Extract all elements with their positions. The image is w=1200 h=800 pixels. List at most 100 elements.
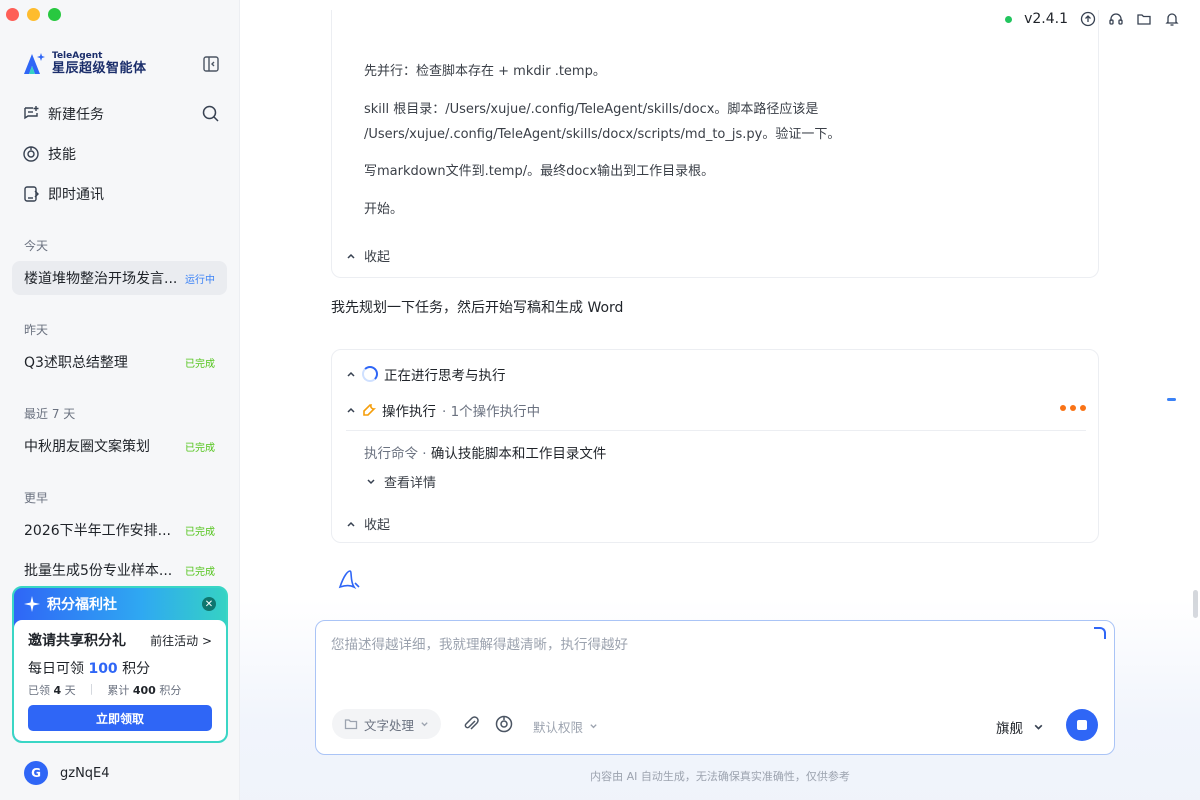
execution-card: 正在进行思考与执行 操作执行 · 1个操作执行中 执行命令 · 确认技能脚本和工… [331,349,1099,543]
window-controls [6,8,61,21]
chevron-up-icon [347,521,355,527]
stats-divider: | [89,682,94,695]
thinking-line: /Users/xujue/.config/TeleAgent/skills/do… [364,127,841,142]
command-row: 执行命令 · 确认技能脚本和工作目录文件 [364,442,606,462]
points-card: 积分福利社 ✕ 邀请共享积分礼 前往活动 > 每日可领 100 积分 已领 4 … [12,586,228,743]
collapse-execution-button[interactable]: 收起 [346,514,390,533]
stop-button[interactable] [1066,709,1098,741]
chevron-up-icon [347,407,355,413]
task-title: Q3述职总结整理 [24,355,128,371]
status-badge: 已完成 [185,566,215,578]
task-title: 中秋朋友圈文案策划 [24,439,150,455]
operation-row[interactable]: 操作执行 · 1个操作执行中 [346,400,540,420]
close-window-button[interactable] [6,8,19,21]
command-label: 执行命令 · [364,446,427,462]
nav-skills-label: 技能 [48,147,76,163]
points-daily: 每日可领 100 积分 [28,658,212,678]
task-title: 批量生成5份专业样本... [24,563,173,579]
claimed-suffix: 天 [64,684,76,697]
points-daily-prefix: 每日可领 [28,661,84,677]
brand: TeleAgent 星辰超级智能体 [18,50,147,78]
avatar: G [24,761,48,785]
im-icon [24,186,39,202]
loading-spinner-icon [362,366,378,382]
model-selector[interactable]: 旗舰 [996,717,1044,737]
thinking-card: 先并行：检查脚本存在 + mkdir .temp。 skill 根目录：/Use… [331,10,1099,278]
maximize-window-button[interactable] [48,8,61,21]
task-item[interactable]: 楼道堆物整治开场发言... 运行中 [12,261,227,295]
skill-toggle-icon[interactable] [494,714,514,734]
attachment-icon[interactable] [461,714,481,734]
points-header: 积分福利社 [47,597,117,613]
chevron-down-icon [367,478,375,484]
user-name: gzNqE4 [60,765,110,781]
claimed-prefix: 已领 [28,684,50,697]
nav-skills[interactable]: 技能 [22,144,76,164]
chevron-up-icon [347,253,355,259]
wrench-icon [363,404,376,416]
command-text: 确认技能脚本和工作目录文件 [430,446,607,462]
mode-selector[interactable]: 文字处理 [332,709,442,739]
task-title: 楼道堆物整治开场发言... [24,271,178,287]
model-label: 旗舰 [996,721,1023,737]
more-options-icon[interactable] [1060,405,1086,411]
points-stats: 已领 4 天 | 累计 400 积分 [28,682,212,698]
thinking-status-row[interactable]: 正在进行思考与执行 [346,364,506,384]
thinking-status-label: 正在进行思考与执行 [384,368,506,384]
points-close-icon[interactable]: ✕ [202,597,216,611]
nav-im[interactable]: 即时通讯 [22,184,104,204]
new-task-icon [24,106,39,120]
total-value: 400 [132,684,156,697]
thinking-line: skill 根目录：/Users/xujue/.config/TeleAgent… [364,102,819,117]
scroll-position-marker [1167,398,1176,401]
folder-icon [344,719,358,730]
chevron-down-icon [590,724,597,729]
chevron-down-icon [1034,724,1043,730]
permission-label: 默认权限 [533,720,584,735]
task-title: 2026下半年工作安排... [24,523,171,539]
points-daily-value: 100 [88,661,118,677]
status-badge: 已完成 [185,358,215,370]
search-icon[interactable] [201,104,220,123]
assistant-message: 我先规划一下任务，然后开始写稿和生成 Word [331,300,624,316]
nav-im-label: 即时通讯 [48,187,104,203]
user-profile[interactable]: G gzNqE4 [24,761,110,785]
thinking-line: 先并行：检查脚本存在 + mkdir .temp。 [364,64,606,79]
status-badge: 已完成 [185,442,215,454]
sparkle-icon [24,596,40,612]
permission-selector[interactable]: 默认权限 [533,717,598,736]
sidebar-collapse-icon[interactable] [202,55,220,73]
collapse-thinking-button[interactable]: 收起 [346,246,390,265]
section-title: 最近 7 天 [24,407,76,421]
nav-new-task[interactable]: 新建任务 [22,104,104,124]
task-item[interactable]: 2026下半年工作安排... 已完成 [12,513,227,547]
task-item[interactable]: 中秋朋友圈文案策划 已完成 [12,429,227,463]
mode-label: 文字处理 [364,717,415,733]
view-details-button[interactable]: 查看详情 [366,472,436,491]
message-input[interactable] [331,633,1091,693]
task-item[interactable]: 批量生成5份专业样本... 已完成 [12,553,227,587]
chevron-up-icon [347,371,355,377]
message-composer: 文字处理 默认权限 旗舰 [315,620,1115,755]
claim-button[interactable]: 立即领取 [28,705,212,731]
stop-icon [1077,720,1087,730]
agent-avatar-icon [338,570,360,590]
minimize-window-button[interactable] [27,8,40,21]
expand-composer-icon[interactable] [1094,627,1106,639]
section-title: 今天 [24,239,49,253]
points-daily-suffix: 积分 [122,661,151,677]
status-badge: 运行中 [185,274,215,286]
task-item[interactable]: Q3述职总结整理 已完成 [12,345,227,379]
main-panel: 先并行：检查脚本存在 + mkdir .temp。 skill 根目录：/Use… [240,0,1200,800]
chevron-down-icon [421,721,428,726]
view-details-label: 查看详情 [384,476,437,491]
points-activity-link[interactable]: 前往活动 > [150,632,212,649]
collapse-label: 收起 [364,250,391,265]
points-title: 邀请共享积分礼 [28,633,126,649]
sidebar: TeleAgent 星辰超级智能体 新建任务 技能 即时通讯 今天 楼道堆物整治… [0,0,240,800]
status-badge: 已完成 [185,526,215,538]
claimed-days: 4 [53,684,62,697]
brand-logo-icon [24,53,45,74]
divider [346,430,1086,431]
thinking-line: 写markdown文件到.temp/。最终docx输出到工作目录根。 [364,164,715,179]
